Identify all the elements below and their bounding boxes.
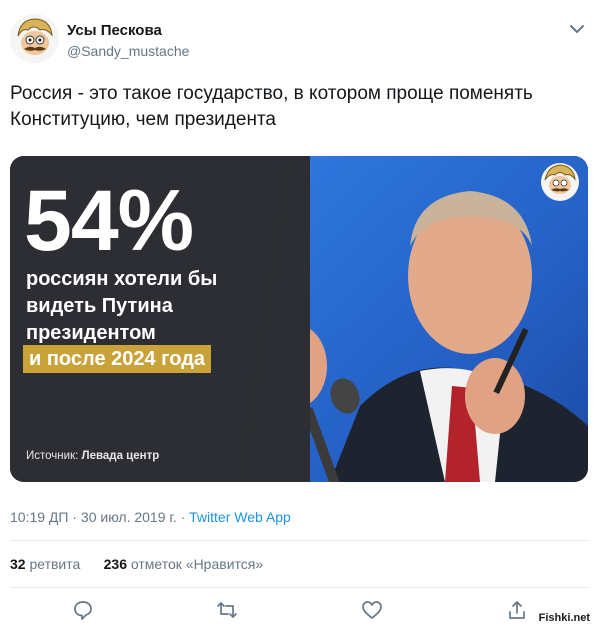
likes-count: 236: [103, 556, 127, 572]
caption-line-1: россиян хотели бы: [26, 268, 218, 290]
retweets-label: ретвита: [29, 556, 81, 572]
source-value: Левада центр: [81, 450, 160, 462]
watermark: Fishki.net: [536, 612, 592, 624]
likes-label: отметок «Нравится»: [130, 556, 264, 572]
source-label: Источник:: [26, 450, 79, 462]
retweets-count: 32: [10, 556, 26, 572]
tweet-text: Россия - это такое государство, в которо…: [10, 83, 533, 130]
author-name[interactable]: Усы Пескова: [67, 22, 162, 39]
author-handle[interactable]: @Sandy_mustache: [67, 43, 189, 59]
like-icon[interactable]: [361, 599, 383, 621]
retweets-stat[interactable]: 32 ретвита: [10, 556, 80, 572]
caption-line-2: видеть Путина: [26, 295, 173, 317]
meta-separator: ·: [72, 509, 78, 525]
engagement-stats: 32 ретвита 236 отметок «Нравится»: [10, 556, 263, 572]
reply-icon[interactable]: [72, 599, 94, 621]
tweet-date[interactable]: 30 июл. 2019 г.: [81, 509, 177, 525]
tweet-media[interactable]: 54% россиян хотели бы видеть Путина през…: [10, 156, 588, 482]
meta-separator-2: ·: [180, 509, 186, 525]
caption-highlight: и после 2024 года: [23, 345, 212, 373]
likes-stat[interactable]: 236 отметок «Нравится»: [104, 556, 264, 572]
divider: [10, 540, 588, 541]
avatar-illustration: [10, 14, 59, 63]
headline-percentage: 54%: [24, 173, 194, 269]
share-icon[interactable]: [506, 599, 528, 621]
avatar[interactable]: [10, 14, 59, 63]
source-app-link[interactable]: Twitter Web App: [189, 509, 291, 525]
chevron-down-icon[interactable]: [568, 22, 586, 36]
source-note: Источник: Левада центр: [26, 450, 159, 462]
retweet-icon[interactable]: [216, 599, 238, 621]
caption-line-3: президентом: [26, 322, 156, 344]
tweet-meta: 10:19 ДП · 30 июл. 2019 г. · Twitter Web…: [10, 509, 291, 525]
tweet-time[interactable]: 10:19 ДП: [10, 509, 68, 525]
divider: [10, 587, 588, 588]
